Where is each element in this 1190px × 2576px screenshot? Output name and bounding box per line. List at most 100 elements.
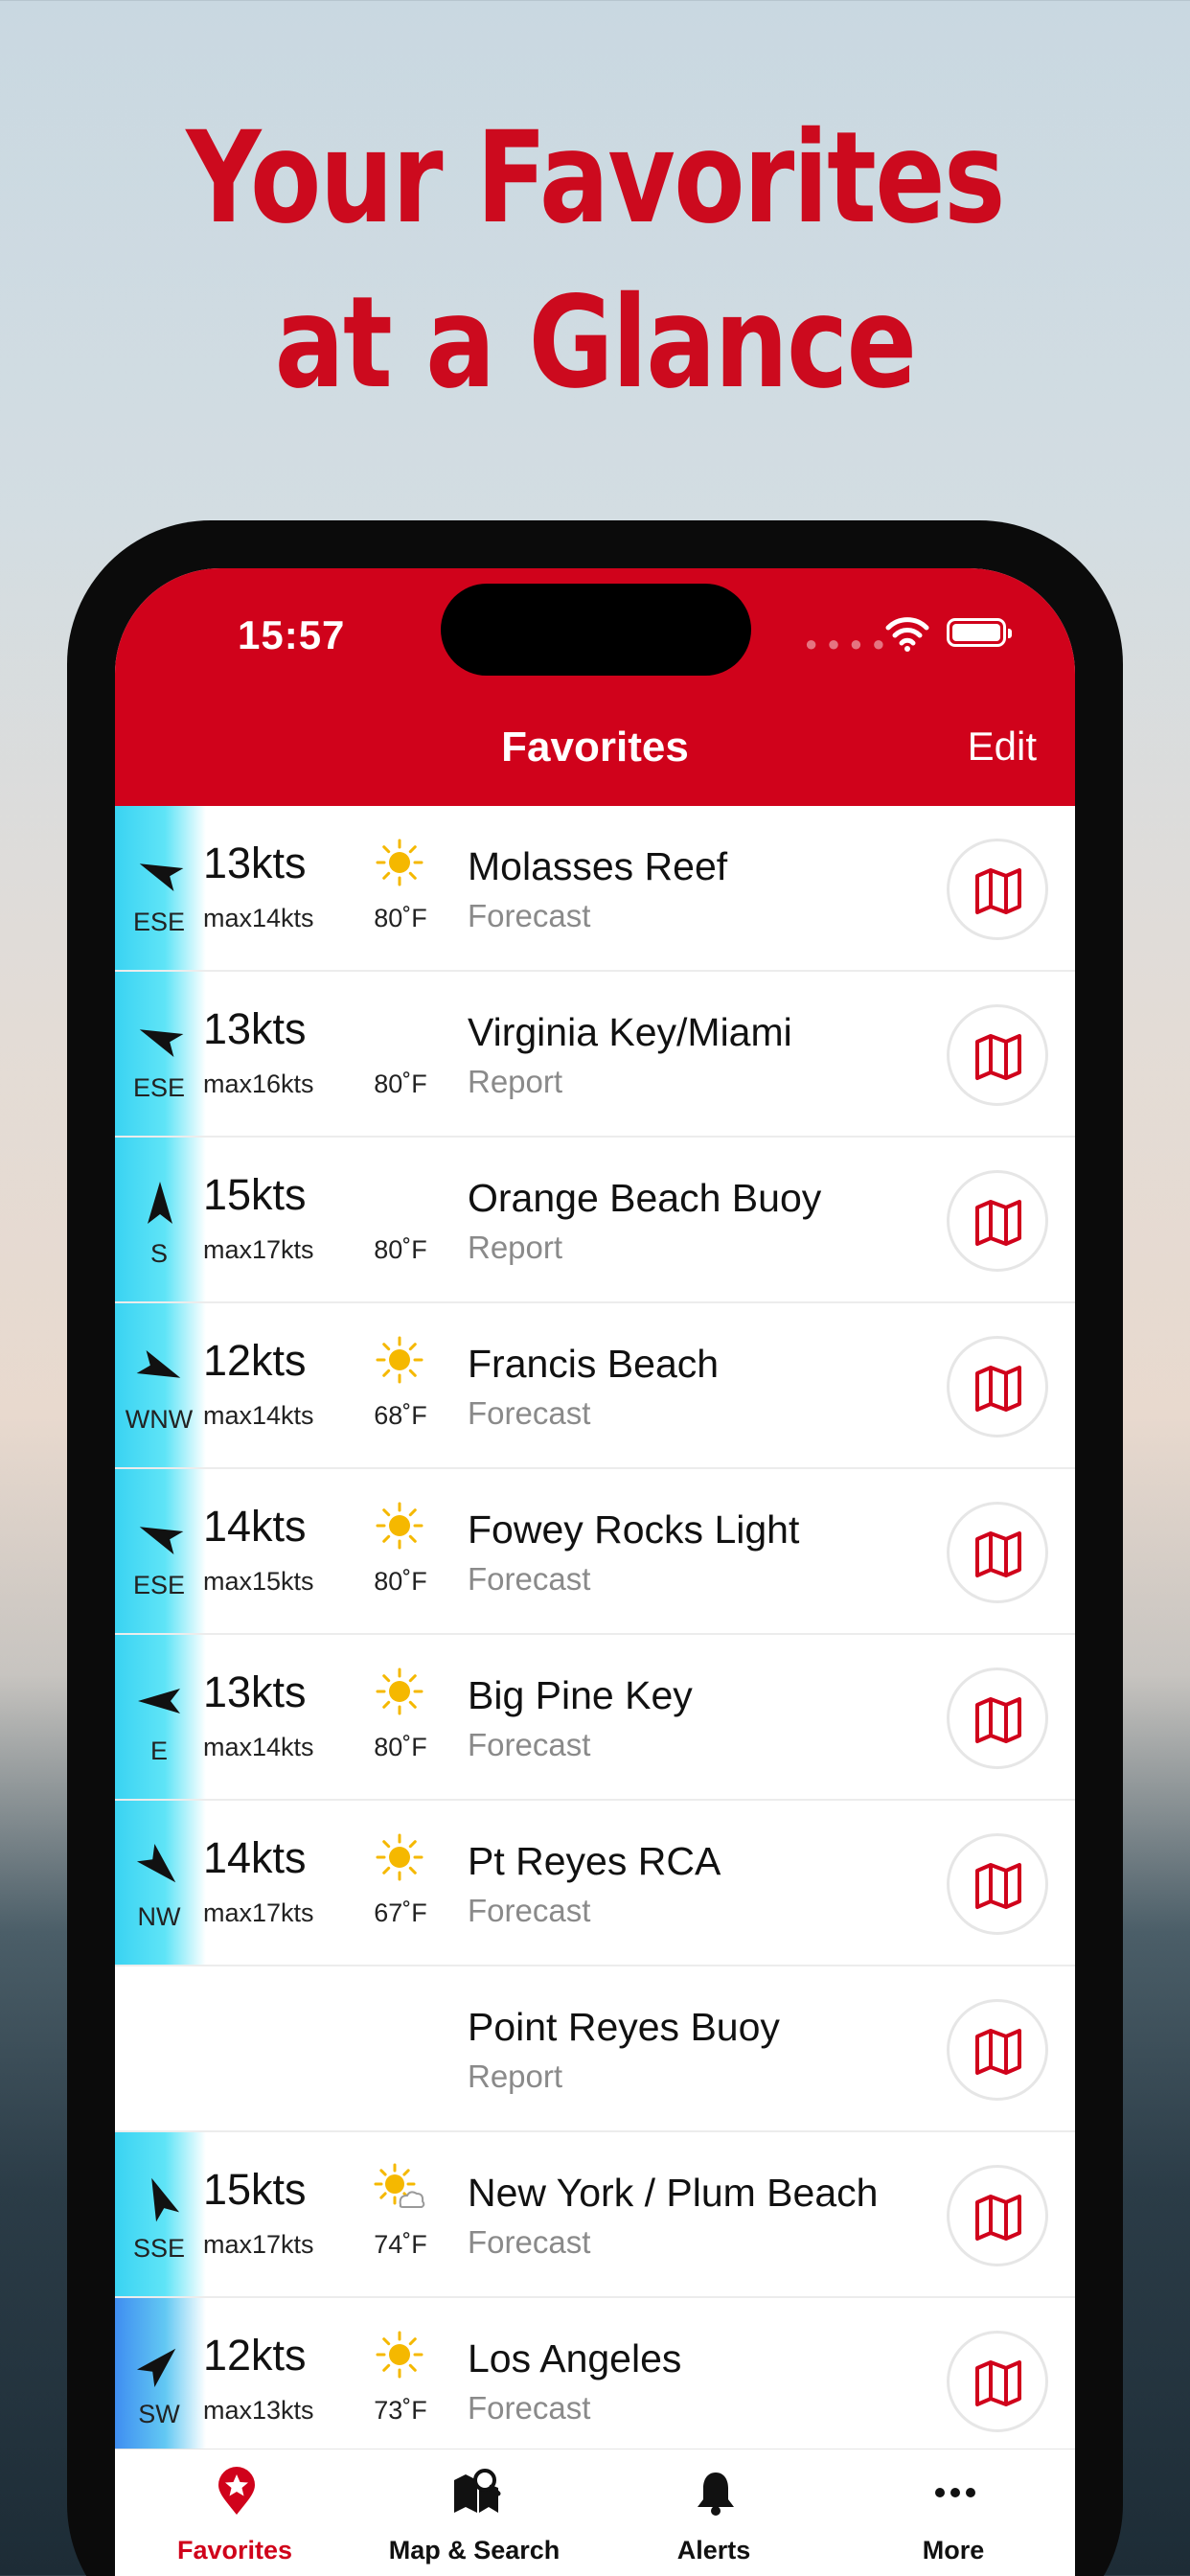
map-button[interactable] bbox=[947, 1170, 1048, 1272]
wind-speed: 14kts bbox=[203, 1833, 307, 1882]
wind-max: max14kts bbox=[203, 904, 314, 932]
temperature: 67˚F bbox=[374, 1898, 427, 1927]
spot-name[interactable]: New York / Plum Beach bbox=[468, 2171, 878, 2216]
headline-line-1: Your Favorites bbox=[186, 104, 1005, 252]
wind-max: max16kts bbox=[203, 1070, 314, 1098]
spot-name[interactable]: Big Pine Key bbox=[468, 1673, 693, 1718]
sun-icon bbox=[374, 837, 425, 888]
wind-speed: 15kts bbox=[203, 1170, 307, 1219]
temperature: 73˚F bbox=[374, 2396, 427, 2425]
edit-button[interactable]: Edit bbox=[968, 724, 1037, 770]
favorite-row[interactable]: WNW 12kts max14kts 68˚F Francis Beach Forecas… bbox=[115, 1303, 1075, 1469]
favorite-row[interactable]: NW 14kts max17kts 67˚F Pt Reyes RCA Forecast bbox=[115, 1801, 1075, 1966]
spot-name[interactable]: Francis Beach bbox=[468, 1342, 719, 1387]
sun-icon bbox=[374, 1666, 425, 1717]
sun-icon bbox=[374, 1500, 425, 1552]
map-button[interactable] bbox=[947, 1336, 1048, 1438]
top-bar: 15:57 ● ● ● ● Favorites Edit bbox=[115, 568, 1075, 806]
tab-label: More bbox=[922, 2536, 985, 2564]
favorite-row[interactable]: Point Reyes Buoy Report bbox=[115, 1966, 1075, 2132]
sun-cloud-icon bbox=[374, 2163, 425, 2215]
tab-label: Favorites bbox=[176, 2536, 293, 2564]
wind-direction-arrow-icon bbox=[138, 1689, 180, 1714]
wind-direction-label: ESE bbox=[132, 908, 186, 936]
tab-bar: Favorites Map & Search Alerts More bbox=[115, 2449, 1075, 2576]
spot-name[interactable]: Pt Reyes RCA bbox=[468, 1839, 721, 1884]
battery-icon bbox=[947, 618, 1012, 647]
favorite-row[interactable]: SW 12kts max13kts 73˚F Los Angeles Forecast bbox=[115, 2298, 1075, 2464]
sun-icon bbox=[374, 1831, 425, 1883]
wind-direction-arrow-icon bbox=[148, 1182, 172, 1224]
wind-direction-label: ESE bbox=[132, 1073, 186, 1102]
spot-type: Report bbox=[468, 2058, 563, 2094]
spot-name[interactable]: Fowey Rocks Light bbox=[468, 1507, 799, 1552]
wind-max: max17kts bbox=[203, 2230, 314, 2259]
temperature: 80˚F bbox=[374, 1567, 427, 1596]
wind-max: max13kts bbox=[203, 2396, 314, 2425]
wind-speed: 13kts bbox=[203, 1668, 307, 1716]
wind-direction-label: E bbox=[149, 1736, 168, 1765]
wind-direction-label: SSE bbox=[132, 2234, 186, 2263]
temperature: 74˚F bbox=[374, 2230, 427, 2259]
status-time: 15:57 bbox=[238, 612, 346, 657]
tab-more[interactable]: More bbox=[834, 2450, 1073, 2576]
map-button[interactable] bbox=[947, 1668, 1048, 1769]
tab-favorites[interactable]: Favorites bbox=[115, 2450, 355, 2576]
wind-max: max15kts bbox=[203, 1567, 314, 1596]
headline-line-2: at a Glance bbox=[274, 269, 917, 417]
spot-type: Report bbox=[468, 1230, 563, 1265]
map-button[interactable] bbox=[947, 2165, 1048, 2266]
map-button[interactable] bbox=[947, 839, 1048, 940]
map-button[interactable] bbox=[947, 1833, 1048, 1935]
tab-map-search[interactable]: Map & Search bbox=[355, 2450, 594, 2576]
app-screen: 15:57 ● ● ● ● Favorites Edit ESE 13kts max… bbox=[115, 568, 1075, 2576]
temperature: 68˚F bbox=[374, 1401, 427, 1430]
tab-label: Alerts bbox=[676, 2536, 751, 2564]
spot-type: Forecast bbox=[468, 1395, 591, 1431]
wind-speed: 12kts bbox=[203, 1336, 307, 1385]
map-button[interactable] bbox=[947, 1502, 1048, 1603]
favorite-row[interactable]: S 15kts max17kts 80˚F Orange Beach Buoy Repor… bbox=[115, 1138, 1075, 1303]
spot-name[interactable]: Point Reyes Buoy bbox=[468, 2005, 780, 2050]
wifi-icon bbox=[885, 617, 929, 652]
favorite-row[interactable]: SSE 15kts max17kts 74˚F New York / Plum Beac… bbox=[115, 2132, 1075, 2298]
wind-max: max17kts bbox=[203, 1898, 314, 1927]
spot-type: Forecast bbox=[468, 1727, 591, 1762]
tab-label: Map & Search bbox=[388, 2536, 561, 2564]
wind-speed: 12kts bbox=[203, 2331, 307, 2380]
tab-alerts[interactable]: Alerts bbox=[594, 2450, 834, 2576]
spot-type: Report bbox=[468, 1064, 563, 1099]
spot-name[interactable]: Virginia Key/Miami bbox=[468, 1010, 792, 1055]
favorite-row[interactable]: ESE 13kts max16kts 80˚F Virginia Key/Miami Re… bbox=[115, 972, 1075, 1138]
dynamic-island bbox=[441, 584, 751, 676]
wind-max: max17kts bbox=[203, 1235, 314, 1264]
sun-icon bbox=[374, 1334, 425, 1386]
wind-direction-label: S bbox=[149, 1239, 168, 1268]
wind-direction-label: ESE bbox=[132, 1571, 186, 1599]
wind-speed: 15kts bbox=[203, 2165, 307, 2214]
status-icons: ● ● ● ● bbox=[805, 614, 1016, 656]
spot-type: Forecast bbox=[468, 2224, 591, 2260]
wind-max: max14kts bbox=[203, 1733, 314, 1761]
temperature: 80˚F bbox=[374, 1070, 427, 1098]
wind-direction-label: SW bbox=[138, 2400, 180, 2428]
wind-direction-label: WNW bbox=[125, 1405, 194, 1434]
map-button[interactable] bbox=[947, 2331, 1048, 2432]
temperature: 80˚F bbox=[374, 904, 427, 932]
wind-speed: 14kts bbox=[203, 1502, 307, 1551]
headline: Your Favorites at a Glance bbox=[107, 96, 1083, 426]
spot-name[interactable]: Los Angeles bbox=[468, 2336, 681, 2381]
signal-dots-icon: ● ● ● ● bbox=[805, 632, 887, 656]
map-button[interactable] bbox=[947, 1999, 1048, 2101]
favorite-row[interactable]: ESE 14kts max15kts 80˚F Fowey Rocks Light For… bbox=[115, 1469, 1075, 1635]
favorite-row[interactable]: E 13kts max14kts 80˚F Big Pine Key Forecast bbox=[115, 1635, 1075, 1801]
favorite-row[interactable]: ESE 13kts max14kts 80˚F Molasses Reef Forecas… bbox=[115, 806, 1075, 972]
wind-speed: 13kts bbox=[203, 1004, 307, 1053]
sun-icon bbox=[374, 2329, 425, 2380]
spot-type: Forecast bbox=[468, 898, 591, 933]
wind-max: max14kts bbox=[203, 1401, 314, 1430]
spot-type: Forecast bbox=[468, 1893, 591, 1928]
map-button[interactable] bbox=[947, 1004, 1048, 1106]
spot-name[interactable]: Molasses Reef bbox=[468, 844, 727, 889]
spot-name[interactable]: Orange Beach Buoy bbox=[468, 1176, 821, 1221]
